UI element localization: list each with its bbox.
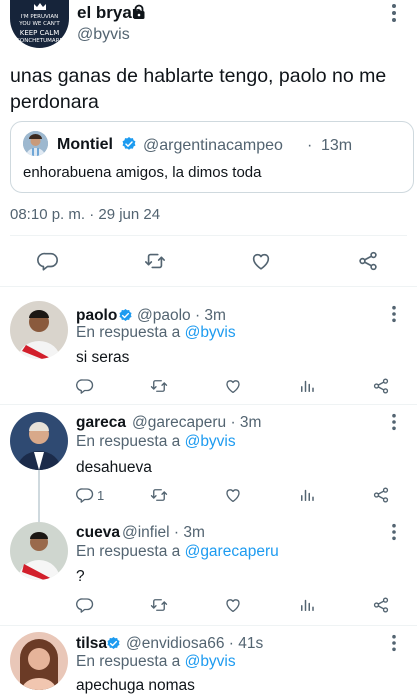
crown-icon <box>34 3 46 10</box>
avatar-text-line: KEEP CALM <box>19 29 60 37</box>
share-icon[interactable] <box>372 596 390 614</box>
main-tweet[interactable]: I'M PERUVIAN YOU WE CAN'T KEEP CALM CONC… <box>0 0 417 285</box>
reply-prefix: En respuesta a <box>76 653 181 670</box>
reply-to-link[interactable]: @byvis <box>185 324 236 341</box>
reply-tweet[interactable]: tilsa @envidiosa66 · 41s En respuesta a … <box>0 626 417 700</box>
author-avatar[interactable]: I'M PERUVIAN YOU WE CAN'T KEEP CALM CONC… <box>10 0 69 48</box>
like-icon[interactable] <box>250 250 272 272</box>
verified-icon <box>106 636 121 651</box>
reply-author-name[interactable]: cueva <box>76 524 120 542</box>
more-icon[interactable] <box>390 3 398 23</box>
reply-avatar[interactable] <box>10 301 68 359</box>
reply-context: En respuesta a @byvis <box>76 433 236 451</box>
reply-tweet[interactable]: cueva @infiel · 3m En respuesta a @garec… <box>0 515 417 625</box>
reply-tweet[interactable]: paolo @paolo · 3m En respuesta a @byvis … <box>0 287 417 404</box>
divider <box>10 235 407 236</box>
reply-handle-time[interactable]: @infiel · 3m <box>122 524 205 542</box>
reply-context: En respuesta a @garecaperu <box>76 543 279 561</box>
more-icon[interactable] <box>390 523 398 541</box>
dot-separator: · <box>307 137 313 154</box>
reply-to-link[interactable]: @byvis <box>185 433 236 450</box>
reply-avatar[interactable] <box>10 522 68 580</box>
reply-text: desahueva <box>76 459 152 476</box>
reply-tweet[interactable]: gareca @garecaperu · 3m En respuesta a @… <box>0 405 417 515</box>
retweet-icon[interactable] <box>150 596 168 614</box>
reply-handle-time[interactable]: @garecaperu · 3m <box>132 414 261 432</box>
quoted-text: enhorabuena amigos, la dimos toda <box>23 164 262 181</box>
quoted-author-name[interactable]: Montiel <box>57 136 113 154</box>
reply-avatar[interactable] <box>10 632 68 690</box>
like-icon[interactable] <box>224 596 242 614</box>
reply-prefix: En respuesta a <box>76 543 181 560</box>
share-icon[interactable] <box>372 377 390 395</box>
like-icon[interactable] <box>224 486 242 504</box>
author-handle[interactable]: @byvis <box>77 26 130 44</box>
reply-to-link[interactable]: @garecaperu <box>185 543 279 560</box>
reply-author-name[interactable]: paolo <box>76 307 117 325</box>
reply-handle-time[interactable]: @envidiosa66 · 41s <box>126 635 263 653</box>
retweet-icon[interactable] <box>150 377 168 395</box>
tweet-timestamp[interactable]: 08:10 p. m. · 29 jun 24 <box>10 206 160 223</box>
more-icon[interactable] <box>390 305 398 323</box>
reply-icon[interactable] <box>37 250 59 272</box>
verified-icon <box>121 136 137 152</box>
like-icon[interactable] <box>224 377 242 395</box>
reply-author-name[interactable]: gareca <box>76 414 126 432</box>
reply-context: En respuesta a @byvis <box>76 324 236 342</box>
reply-handle-time[interactable]: @paolo · 3m <box>137 307 226 325</box>
quoted-avatar[interactable] <box>23 131 48 156</box>
verified-icon <box>118 308 133 323</box>
quoted-time[interactable]: 13m <box>321 137 352 155</box>
reply-avatar[interactable] <box>10 412 68 470</box>
reply-icon[interactable] <box>76 486 94 504</box>
share-icon[interactable] <box>372 486 390 504</box>
reply-count: 1 <box>97 488 105 503</box>
tweet-text: unas ganas de hablarte tengo, paolo no m… <box>10 65 387 113</box>
quoted-tweet[interactable]: Montiel @argentinacampeo · 13m enhorabue… <box>10 121 414 193</box>
reply-context: En respuesta a @byvis <box>76 653 236 671</box>
views-icon[interactable] <box>298 596 316 614</box>
avatar-text-line: YOU WE CAN'T <box>19 21 60 27</box>
share-icon[interactable] <box>357 250 379 272</box>
reply-prefix: En respuesta a <box>76 324 181 341</box>
quoted-author-handle[interactable]: @argentinacampeo <box>143 137 283 155</box>
reply-icon[interactable] <box>76 377 94 395</box>
more-icon[interactable] <box>390 413 398 431</box>
retweet-icon[interactable] <box>150 486 168 504</box>
avatar-text-line: I'M PERUVIAN <box>20 14 59 20</box>
views-icon[interactable] <box>298 486 316 504</box>
reply-text: si seras <box>76 349 130 366</box>
reply-to-link[interactable]: @byvis <box>185 653 236 670</box>
lock-icon <box>133 4 145 19</box>
reply-prefix: En respuesta a <box>76 433 181 450</box>
retweet-icon[interactable] <box>144 250 166 272</box>
more-icon[interactable] <box>390 634 398 652</box>
reply-text: apechuga nomas <box>76 677 195 694</box>
reply-icon[interactable] <box>76 596 94 614</box>
views-icon[interactable] <box>298 377 316 395</box>
reply-author-name[interactable]: tilsa <box>76 635 107 653</box>
reply-text: ? <box>76 568 85 585</box>
avatar-text-line: CONCHETUMARE <box>16 38 63 44</box>
